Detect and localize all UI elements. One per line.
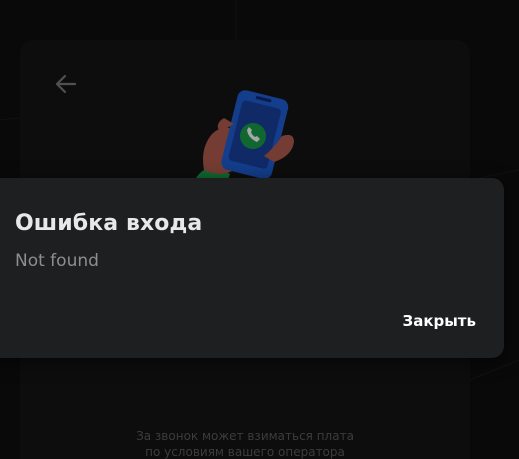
error-dialog: Ошибка входа Not found Закрыть [0,178,504,358]
dialog-message: Not found [15,251,99,271]
dialog-title: Ошибка входа [15,211,203,236]
close-button[interactable]: Закрыть [397,308,482,334]
app-screen: За звонок может взиматься плата по услов… [0,0,519,459]
